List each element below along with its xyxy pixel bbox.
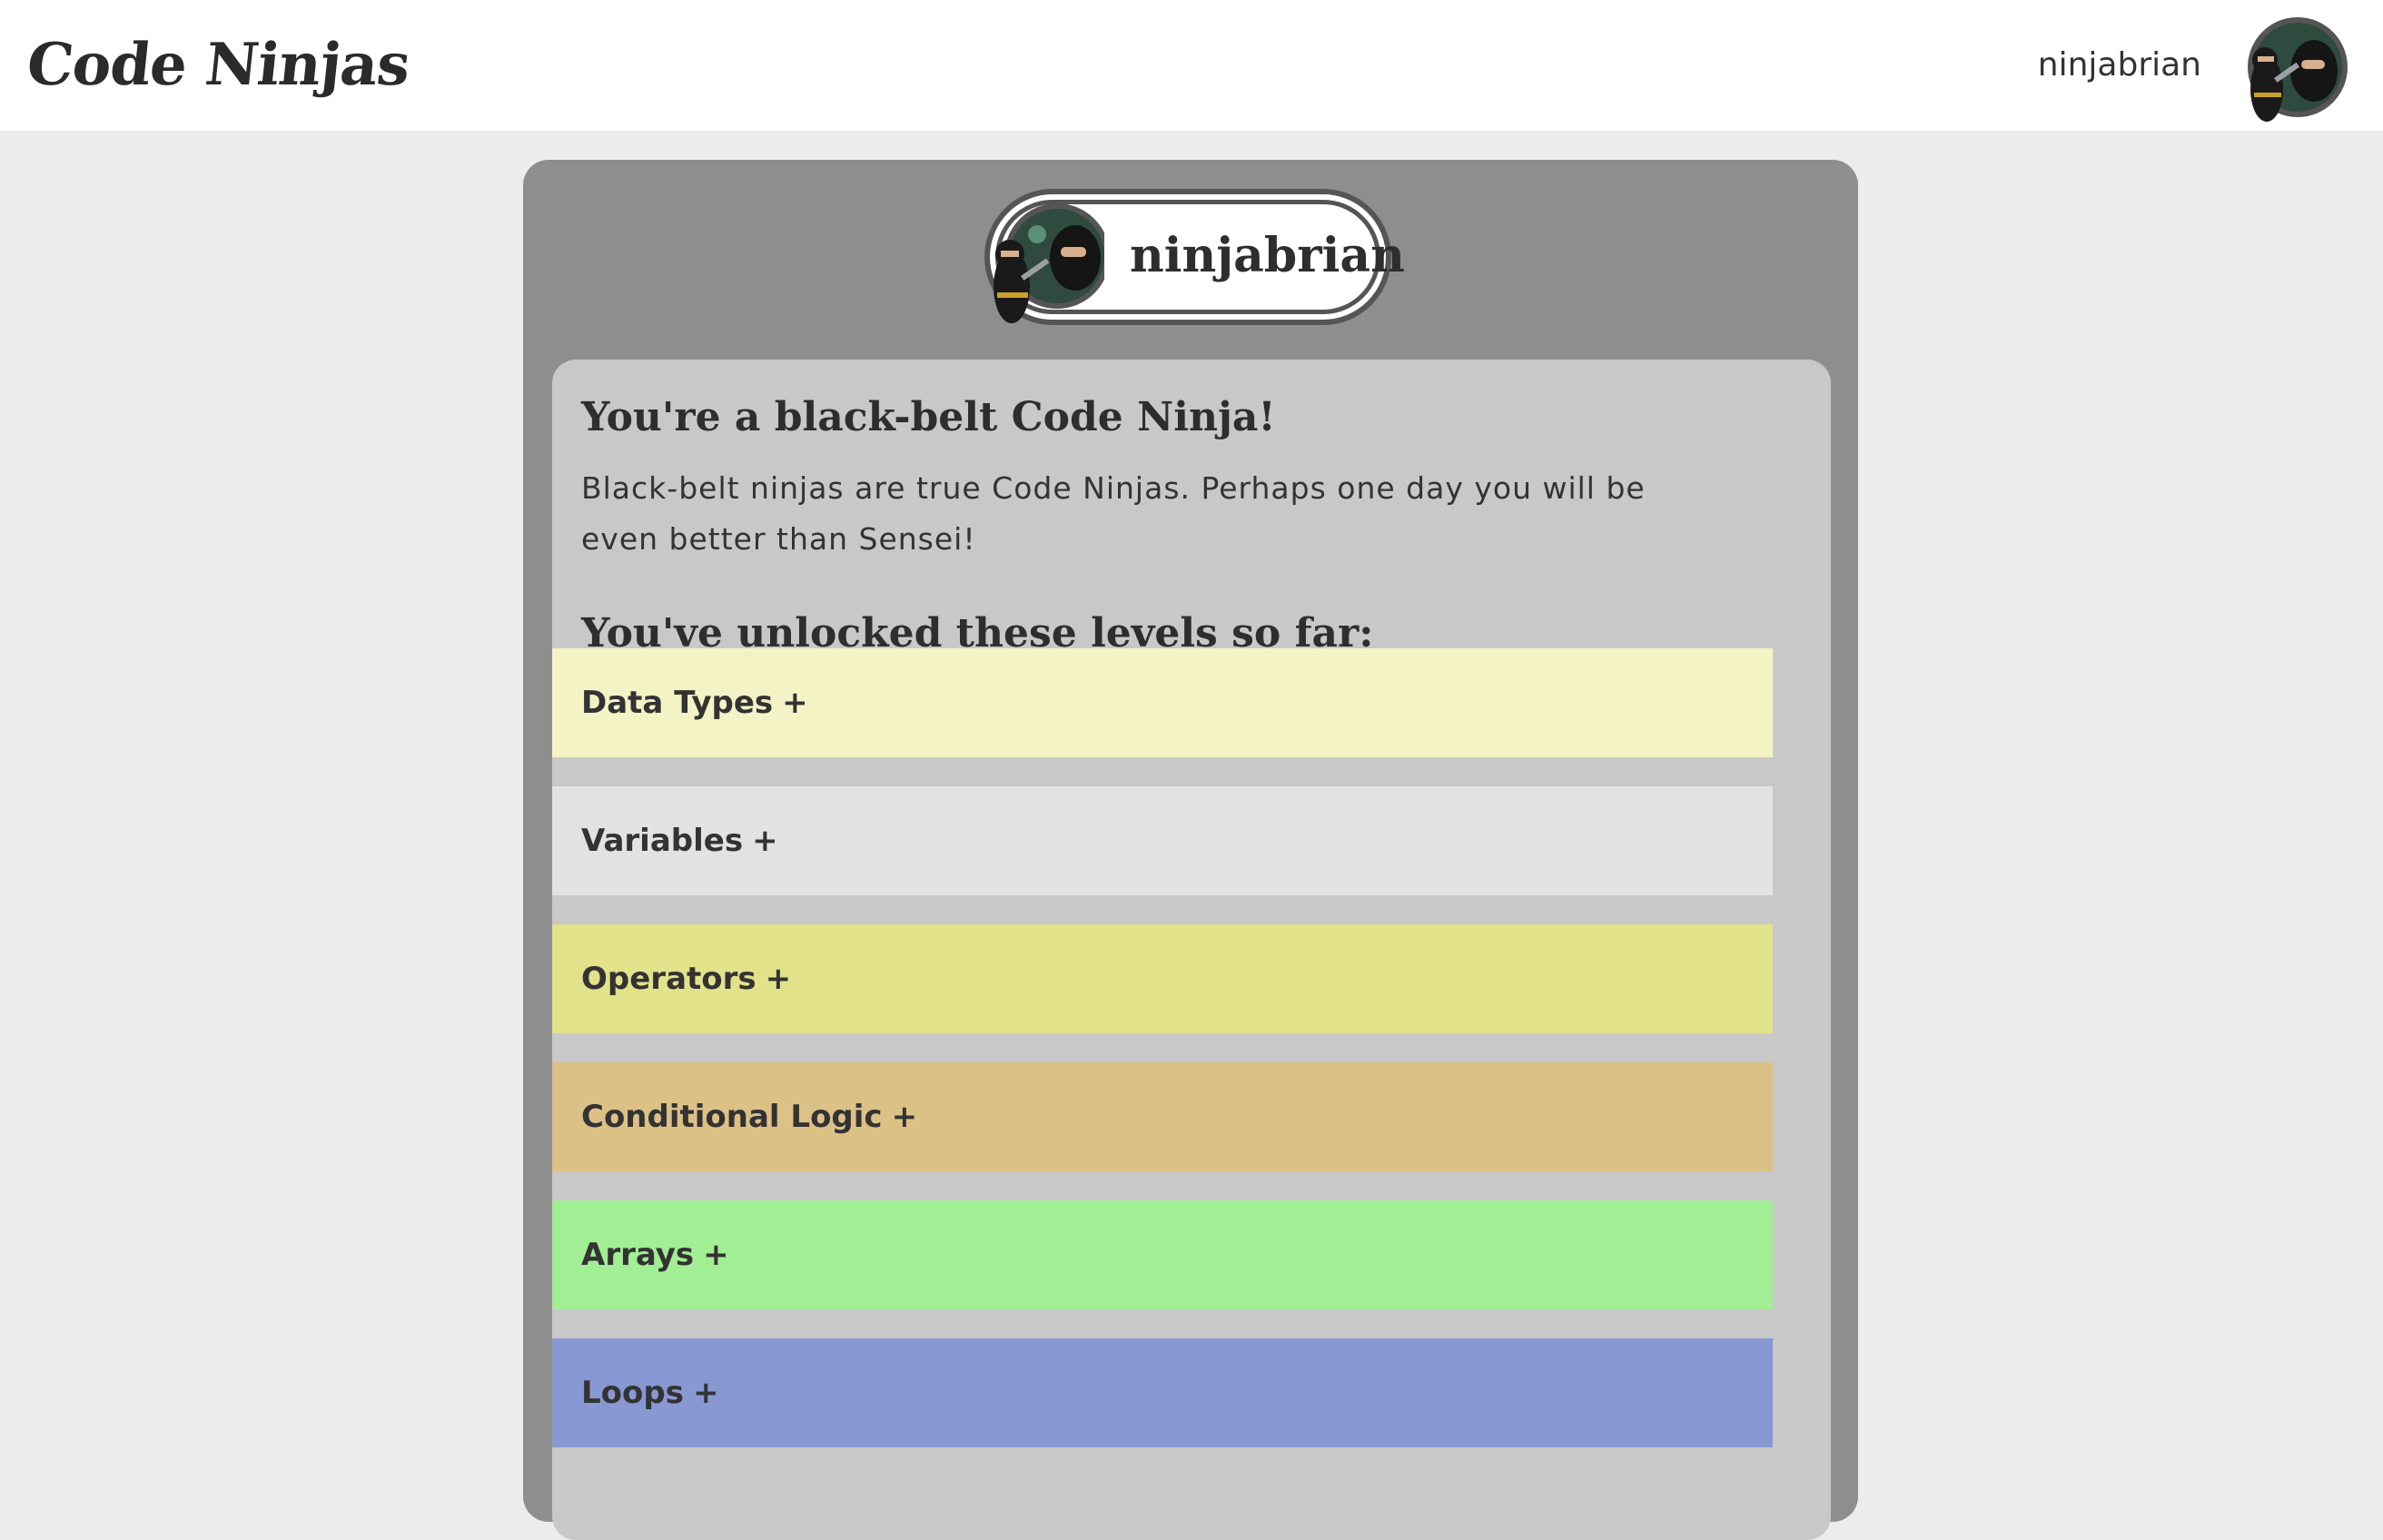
top-navbar: Code Ninjas ninjabrian xyxy=(0,0,2383,131)
level-loops[interactable]: Loops + xyxy=(552,1338,1773,1447)
level-conditional-logic[interactable]: Conditional Logic + xyxy=(552,1062,1773,1171)
expand-icon: + xyxy=(752,823,778,859)
level-operators[interactable]: Operators + xyxy=(552,924,1773,1033)
expand-icon: + xyxy=(765,961,792,997)
level-arrays[interactable]: Arrays + xyxy=(552,1200,1773,1309)
expand-icon: + xyxy=(891,1099,918,1135)
level-label: Loops xyxy=(581,1375,684,1411)
expand-icon: + xyxy=(692,1375,719,1411)
level-variables[interactable]: Variables + xyxy=(552,786,1773,895)
profile-card: ninjabrian You're a black-belt Code Ninj… xyxy=(523,160,1858,1540)
profile-username: ninjabrian xyxy=(1130,228,1405,283)
level-label: Variables xyxy=(581,823,744,859)
rank-title: You're a black-belt Code Ninja! xyxy=(581,394,1276,440)
level-data-types[interactable]: Data Types + xyxy=(552,648,1773,757)
ninja-avatar-icon[interactable] xyxy=(2234,15,2348,129)
level-label: Data Types xyxy=(581,685,774,721)
level-label: Arrays xyxy=(581,1237,695,1273)
rank-description: Black-belt ninjas are true Code Ninjas. … xyxy=(581,470,1646,557)
expand-icon: + xyxy=(782,685,808,721)
level-label: Operators xyxy=(581,961,756,997)
nav-username[interactable]: ninjabrian xyxy=(2038,40,2201,91)
ninja-avatar-icon xyxy=(994,203,1104,323)
level-label: Conditional Logic xyxy=(581,1099,883,1135)
expand-icon: + xyxy=(703,1237,729,1273)
brand-logo[interactable]: Code Ninjas xyxy=(23,25,413,105)
